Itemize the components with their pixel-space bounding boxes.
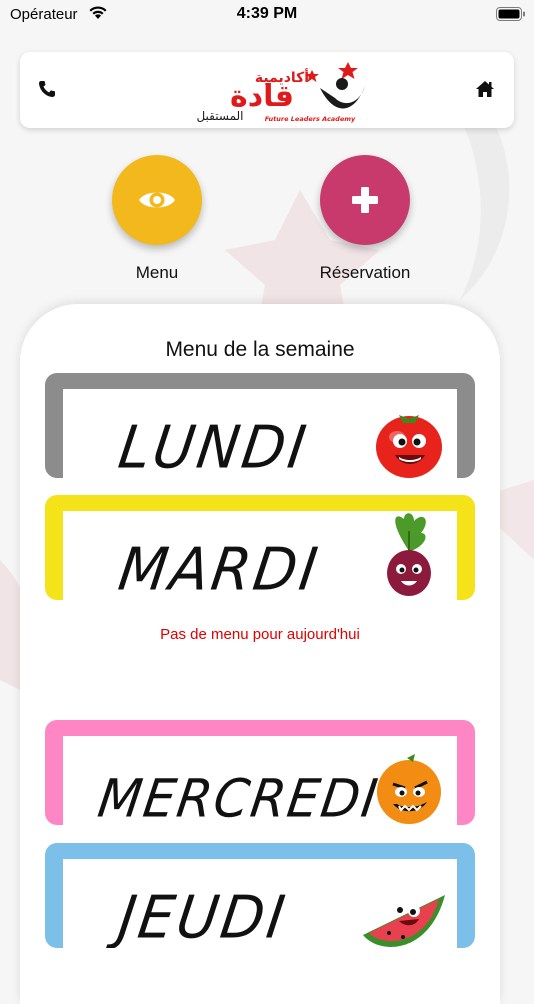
menu-action[interactable]: Menu [87,155,227,283]
weekly-menu-panel: Menu de la semaine LUNDI MARDI Pas de me… [20,304,500,1004]
day-name-lundi: LUNDI [114,413,313,478]
logo-graphic: أكاديمية قادة المستقبل Future Leaders Ac… [196,62,365,123]
header-card: أكاديمية قادة المستقبل Future Leaders Ac… [20,52,514,128]
reservation-action[interactable]: Réservation [295,155,435,283]
day-card-inner: MERCREDI [63,736,457,825]
day-card-mardi[interactable]: MARDI [45,495,475,600]
logo-english-text: Future Leaders Academy [265,115,356,123]
reservation-label: Réservation [319,263,411,282]
plus-icon [352,187,378,213]
home-icon[interactable] [475,80,495,98]
tomato-icon [376,415,442,478]
status-bar: Opérateur 4:39 PM [0,0,534,32]
panel-title: Menu de la semaine [165,338,355,361]
day-name-jeudi: JEUDI [114,883,292,948]
day-card-inner: MARDI [63,511,457,600]
day-card-mercredi[interactable]: MERCREDI [45,720,475,825]
day-card-inner: LUNDI [63,389,457,478]
clock-label: 4:39 PM [236,5,298,22]
day-card-lundi[interactable]: LUNDI [45,373,475,478]
battery-icon [496,7,525,21]
empty-menu-message: Pas de menu pour aujourd'hui [160,626,360,643]
watermelon-icon [363,895,445,947]
day-card-jeudi[interactable]: JEUDI [45,843,475,948]
beet-icon [387,513,431,596]
reservation-button[interactable] [320,155,410,245]
day-card-inner: JEUDI [63,859,457,948]
logo-arabic-bottom: المستقبل [196,109,243,123]
menu-label: Menu [135,263,179,282]
eye-icon [139,192,175,208]
day-name-mercredi: MERCREDI [94,768,383,825]
day-name-mardi: MARDI [114,535,325,600]
orange-icon [377,754,441,824]
academy-logo: أكاديمية قادة المستقبل Future Leaders Ac… [170,58,375,124]
menu-button[interactable] [112,155,202,245]
phone-icon[interactable] [38,80,56,98]
